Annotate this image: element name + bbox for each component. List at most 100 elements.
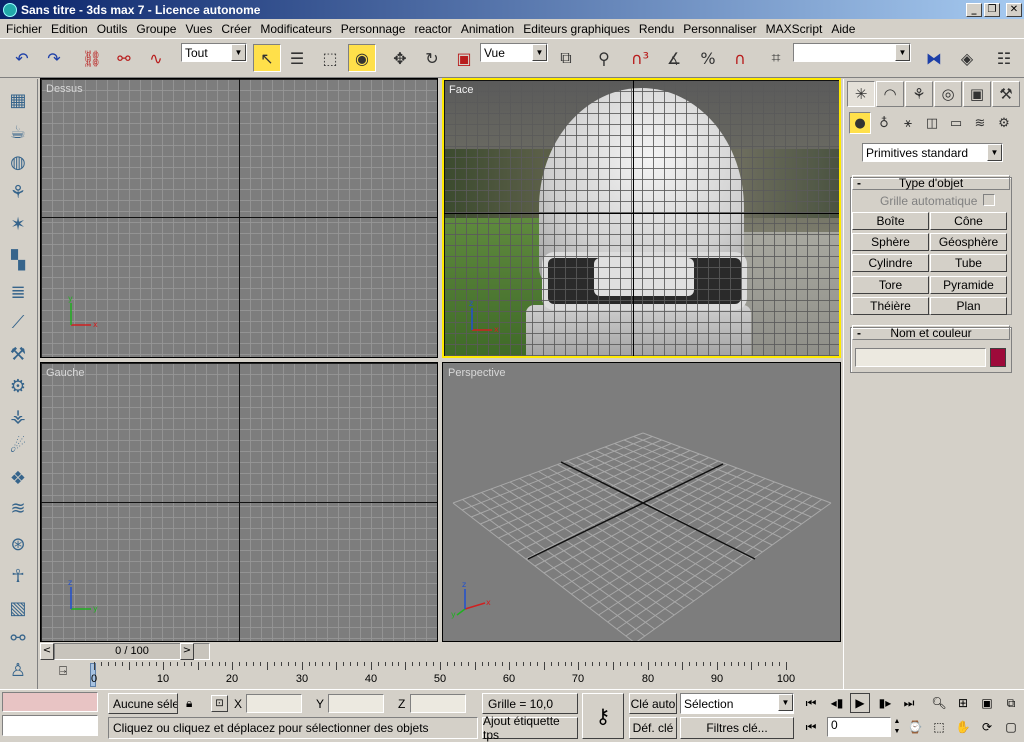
edit-named-selections-icon[interactable]: ⌗ (762, 44, 790, 72)
arc-rotate-icon[interactable]: ⟳ (976, 717, 998, 737)
reference-coordinate-dropdown[interactable]: Vue ▼ (480, 43, 548, 62)
menu-maxscript[interactable]: MAXScript (762, 22, 828, 36)
unlink-selection-icon[interactable]: ⚯ (110, 44, 138, 72)
key-icon[interactable]: ⚷ (582, 693, 624, 739)
menu-editeurs-graphiques[interactable]: Editeurs graphiques (519, 22, 635, 36)
key-mode-toggle-icon[interactable]: ⏮ (800, 717, 822, 737)
bones-icon[interactable]: ⚯ (5, 625, 31, 651)
menu-animation[interactable]: Animation (457, 22, 519, 36)
space-warps-icon[interactable]: ≋ (969, 112, 991, 134)
zoom-extents-icon[interactable]: ▣ (976, 693, 998, 713)
systems-icon[interactable]: ⚙ (993, 112, 1015, 134)
modify-tab-icon[interactable]: ◠ (876, 81, 904, 107)
snap-toggle-icon[interactable]: ∩³ (626, 44, 654, 72)
object-color-swatch[interactable] (990, 348, 1006, 367)
select-and-rotate-icon[interactable]: ↻ (418, 44, 446, 72)
viewport-label[interactable]: Gauche (46, 367, 85, 379)
select-and-link-icon[interactable]: ⛓ (78, 44, 106, 72)
object-name-input[interactable] (855, 348, 986, 367)
material-icon[interactable]: ▚ (5, 247, 31, 273)
box-button[interactable]: Boîte (852, 212, 929, 230)
cameras-icon[interactable]: ◫ (921, 112, 943, 134)
geometry-icon[interactable]: ● (849, 112, 871, 134)
select-and-scale-icon[interactable]: ▣ (450, 44, 478, 72)
next-frame-button[interactable]: > (180, 643, 194, 660)
maxscript-listener-pink[interactable] (2, 692, 98, 712)
y-coordinate-input[interactable] (328, 694, 384, 713)
rectangular-selection-icon[interactable]: ⬚ (316, 44, 344, 72)
named-selection-dropdown[interactable]: ▼ (793, 43, 911, 62)
maximize-viewport-icon[interactable]: ▢ (1000, 717, 1022, 737)
menu-aide[interactable]: Aide (827, 22, 860, 36)
pivot-center-icon[interactable]: ⧉ (552, 44, 580, 72)
trackbar[interactable]: ⍈ 0 10 20 30 40 50 60 70 80 90 100 (0, 662, 842, 689)
menu-personnaliser[interactable]: Personnaliser (679, 22, 761, 36)
cylinder-button[interactable]: Cylindre (852, 254, 929, 272)
add-time-tag-button[interactable]: Ajout étiquette tps (482, 714, 578, 742)
plane-button[interactable]: Plan (930, 297, 1007, 315)
layer-manager-icon[interactable]: ☷ (990, 44, 1018, 72)
current-frame-input[interactable]: 0 (827, 717, 891, 737)
category-dropdown[interactable]: Primitives standard ▼ (862, 143, 1003, 162)
absolute-mode-icon[interactable]: ⊡ (211, 695, 228, 712)
undo-icon[interactable]: ↶ (8, 44, 36, 72)
lock-icon[interactable]: 🔒︎ (186, 696, 200, 712)
modifier-stack-icon[interactable]: ≣ (5, 279, 31, 305)
display-tab-icon[interactable]: ▣ (963, 81, 991, 107)
menu-personnage[interactable]: Personnage (337, 22, 411, 36)
time-slider[interactable]: 0 / 100 < > (40, 643, 842, 660)
menu-reactor[interactable]: reactor (410, 22, 456, 36)
tube-button[interactable]: Tube (930, 254, 1007, 272)
mirror-icon[interactable]: ⧓ (920, 44, 948, 72)
curve-editor-icon[interactable]: ⍈ (52, 664, 74, 681)
teapot-icon[interactable]: ☕ (5, 119, 31, 145)
hierarchy-tab-icon[interactable]: ⚘ (905, 81, 933, 107)
zoom-all-icon[interactable]: ⊞ (952, 693, 974, 713)
particle-icon[interactable]: ⚶ (5, 403, 31, 429)
x-coordinate-input[interactable] (246, 694, 302, 713)
space-warp-icon[interactable]: ☄ (5, 433, 31, 459)
menu-rendu[interactable]: Rendu (635, 22, 679, 36)
app-icon[interactable] (3, 2, 17, 17)
utilities-tab-icon[interactable]: ⚒ (992, 81, 1020, 107)
pyramid-button[interactable]: Pyramide (930, 276, 1007, 294)
shapes-icon[interactable]: ♁ (873, 112, 895, 134)
pan-icon[interactable]: ✋ (952, 717, 974, 737)
go-to-start-icon[interactable]: ⏮ (800, 693, 822, 713)
window-crossing-icon[interactable]: ◉ (348, 44, 376, 72)
menu-fichier[interactable]: Fichier (2, 22, 47, 36)
torus-button[interactable]: Tore (852, 276, 929, 294)
menu-outils[interactable]: Outils (93, 22, 133, 36)
close-button[interactable]: ✕ (1006, 2, 1022, 17)
key-filters-button[interactable]: Filtres clé... (680, 717, 794, 739)
select-and-move-icon[interactable]: ✥ (386, 44, 414, 72)
reactor-icon[interactable]: ⊛ (5, 531, 31, 557)
maximize-button[interactable]: ❐ (984, 2, 1000, 17)
viewport-top[interactable]: Dessus x y (40, 78, 438, 358)
menu-vues[interactable]: Vues (181, 22, 217, 36)
sphere-icon[interactable]: ◍ (5, 149, 31, 175)
region-zoom-icon[interactable]: ⬚ (928, 717, 950, 737)
z-coordinate-input[interactable] (410, 694, 466, 713)
redo-icon[interactable]: ↷ (40, 44, 68, 72)
auto-key-button[interactable]: Clé auto (629, 693, 677, 714)
menu-modificateurs[interactable]: Modificateurs (256, 22, 336, 36)
menu-groupe[interactable]: Groupe (132, 22, 181, 36)
go-to-end-icon[interactable]: ⏭ (898, 693, 920, 713)
light-icon[interactable]: ⚘ (5, 179, 31, 205)
selection-filter-dropdown[interactable]: Tout ▼ (181, 43, 247, 62)
menu-edition[interactable]: Edition (47, 22, 93, 36)
viewport-label[interactable]: Perspective (448, 367, 505, 379)
create-tab-icon[interactable]: ✳ (847, 81, 875, 107)
next-key-icon[interactable]: ▮▸ (874, 693, 896, 713)
viewport-front[interactable]: Face x z (442, 78, 841, 358)
utility-gear-icon[interactable]: ⚙ (5, 373, 31, 399)
biped-icon[interactable]: ☥ (5, 563, 31, 589)
zoom-extents-all-icon[interactable]: ⧉ (1000, 693, 1022, 713)
lights-icon[interactable]: ⚹ (897, 112, 919, 134)
helpers-icon[interactable]: ▭ (945, 112, 967, 134)
shape-tool-icon[interactable]: ⟋ (5, 309, 31, 335)
wave-icon[interactable]: ≋ (5, 495, 31, 521)
zoom-icon[interactable]: 🔍︎ (928, 693, 950, 713)
motion-tab-icon[interactable]: ◎ (934, 81, 962, 107)
